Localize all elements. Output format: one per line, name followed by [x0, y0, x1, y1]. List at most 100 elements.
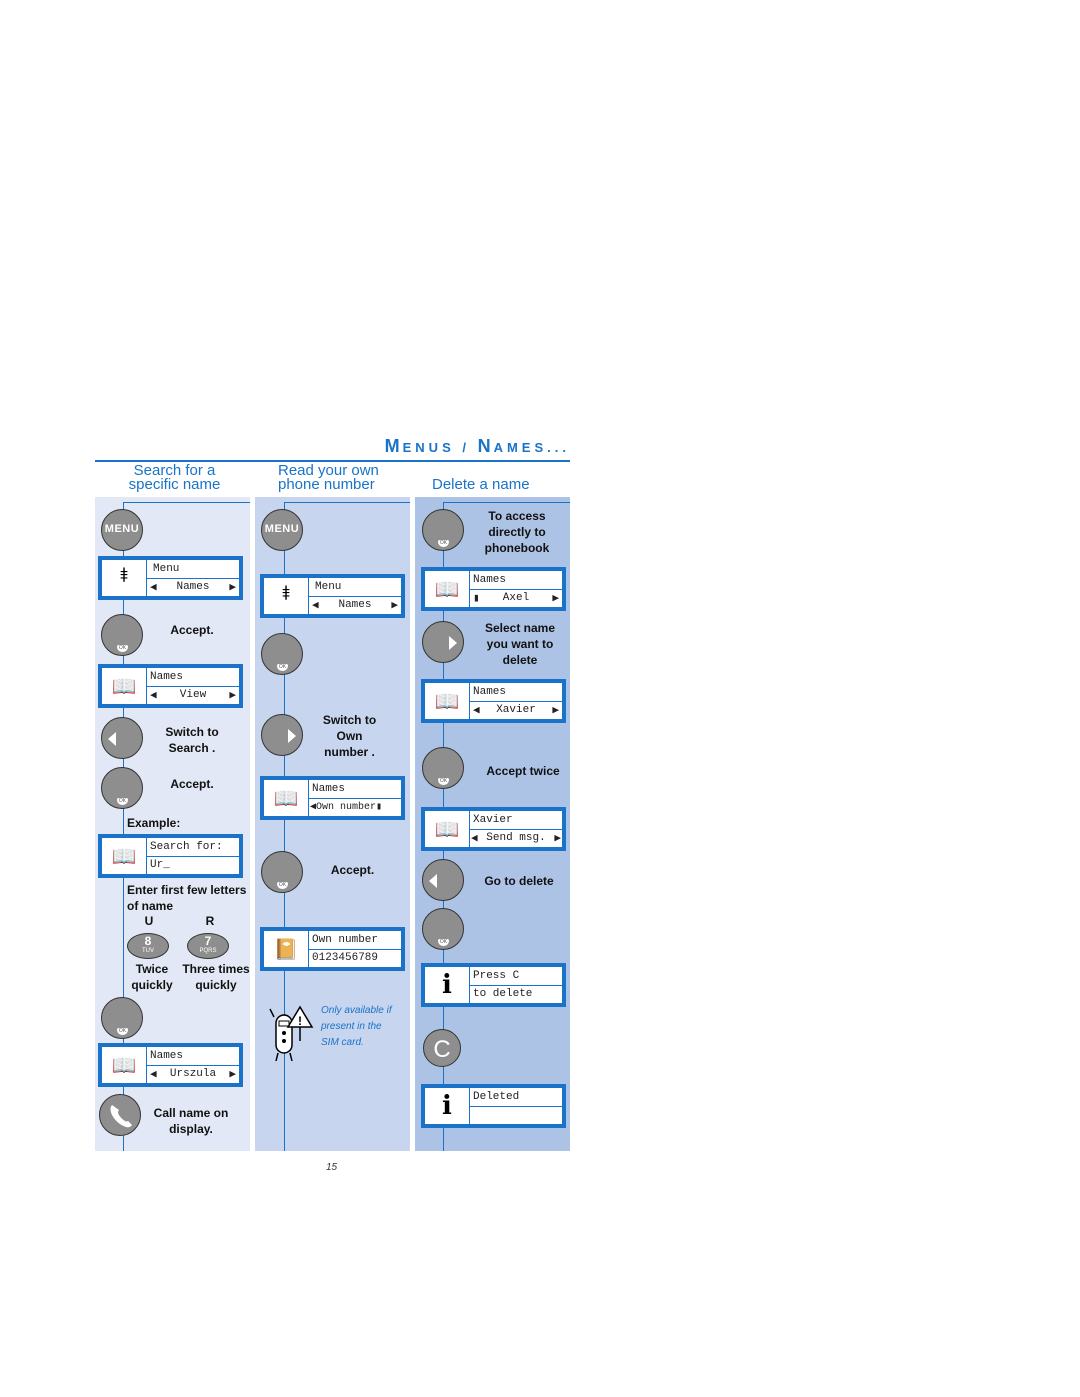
ok-icon: OK — [277, 664, 288, 671]
own-number-book-icon: 📔 — [264, 931, 309, 967]
title-part-1: ENUS / — [402, 440, 478, 455]
heading-line: specific name — [128, 476, 221, 493]
lcd-line-top: Menu — [315, 580, 342, 593]
step-label: Accept. — [170, 777, 214, 791]
step-label: Accept. — [330, 863, 375, 877]
menu-key[interactable]: MENU — [101, 509, 143, 551]
sim-card-note: Only available if present in the SIM car… — [321, 1003, 411, 1051]
ok-key[interactable]: OK — [422, 908, 464, 950]
key-7[interactable]: 7 PQRS — [187, 933, 229, 959]
lcd-line-top: Own number — [312, 933, 379, 946]
heading-line: phone number — [278, 476, 375, 493]
left-key[interactable] — [101, 717, 143, 759]
example-label: Example: — [127, 816, 181, 830]
step-label: Switch to Search . — [152, 724, 232, 756]
lcd-value: View — [179, 689, 207, 702]
right-arrow-icon: ▶ — [229, 582, 236, 595]
column-heading-search: Search for a specific name — [122, 463, 227, 493]
step-label: Accept. — [170, 623, 214, 637]
lcd-line-bottom: 0123456789 — [309, 948, 401, 968]
phonebook-icon: 📖 — [264, 780, 309, 816]
note-line: SIM card. — [321, 1037, 364, 1048]
ok-icon: OK — [117, 1028, 128, 1035]
note-line: present in the — [321, 1021, 382, 1032]
ok-icon: OK — [117, 798, 128, 805]
lcd-line-top: Names — [473, 573, 507, 586]
title-initial-1: M — [384, 436, 403, 456]
right-key[interactable] — [261, 714, 303, 756]
lcd-screen-menu: ⯒ Menu ◀ Names ▶ — [98, 556, 243, 600]
lcd-value: Xavier — [496, 704, 536, 717]
right-arrow-icon — [288, 729, 296, 743]
key-8[interactable]: 8 TUV — [127, 933, 169, 959]
left-arrow-icon: ◀ — [150, 690, 157, 703]
label-line: number . — [324, 745, 375, 759]
signpost-icon: ⯒ — [102, 560, 147, 596]
flow-line — [123, 502, 250, 503]
lcd-screen-names-view: 📖 Names ◀ View ▶ — [98, 664, 243, 708]
lcd-line-bottom: ◀ Names ▶ — [309, 595, 401, 615]
three-times-label: Three times quickly — [176, 961, 256, 993]
ok-key[interactable]: OK — [101, 614, 143, 656]
call-label: Call name on display. — [146, 1105, 236, 1137]
cursor-block-icon: ▮ — [473, 593, 480, 606]
ok-key[interactable]: OK — [101, 767, 143, 809]
label-line: Search . — [168, 741, 216, 755]
ok-key[interactable]: OK — [261, 633, 303, 675]
lcd-screen-deleted: i Deleted — [421, 1084, 566, 1128]
right-arrow-icon: ▶ — [391, 600, 398, 613]
enter-letters-label: Enter first few letters of name — [127, 882, 262, 914]
lcd-line-bottom — [470, 1105, 562, 1125]
lcd-line-top: Press C — [473, 969, 520, 982]
section-title: MENUS / NAMES... — [95, 436, 570, 457]
label-line: quickly — [131, 978, 173, 992]
phonebook-icon: 📖 — [102, 838, 147, 874]
label-line: you want to — [486, 637, 554, 651]
lcd-value: Names — [176, 581, 210, 594]
label-line: directly to — [488, 525, 546, 539]
phonebook-icon: 📖 — [425, 683, 470, 719]
ok-key[interactable]: OK — [422, 509, 464, 551]
right-arrow-icon: ▶ — [229, 1069, 236, 1082]
ok-icon: OK — [438, 939, 449, 946]
title-initial-2: N — [477, 436, 494, 456]
right-arrow-icon: ▶ — [552, 593, 559, 606]
left-arrow-icon: ◀ — [312, 600, 319, 613]
left-arrow-icon: ◀ — [150, 582, 157, 595]
right-key[interactable] — [422, 621, 464, 663]
left-key[interactable] — [422, 859, 464, 901]
lcd-screen-axel: 📖 Names ▮ Axel ▶ — [421, 567, 566, 611]
ok-key[interactable]: OK — [261, 851, 303, 893]
info-icon: i — [425, 967, 470, 1003]
c-key[interactable]: C — [423, 1029, 461, 1067]
cursor-block-icon: ▮ — [376, 802, 383, 814]
label-line: delete — [502, 653, 538, 667]
right-arrow-icon: ▶ — [552, 705, 559, 718]
lcd-line-bottom: ◀ Urszula ▶ — [147, 1064, 239, 1084]
signpost-icon: ⯒ — [264, 578, 309, 614]
ok-icon: OK — [277, 882, 288, 889]
ok-key[interactable]: OK — [101, 997, 143, 1039]
label-line: display. — [169, 1122, 213, 1136]
lcd-line-top: Deleted — [473, 1090, 520, 1103]
key-digit: 8 — [144, 934, 152, 948]
column-heading-delete: Delete a name — [432, 477, 552, 492]
step-label: Select name you want to delete — [476, 620, 564, 668]
menu-key-label: MENU — [264, 523, 300, 535]
twice-label: Twice quickly — [127, 961, 177, 993]
lcd-screen-press-c: i Press C to delete — [421, 963, 566, 1007]
label-line: quickly — [195, 978, 237, 992]
menu-key[interactable]: MENU — [261, 509, 303, 551]
call-key[interactable] — [99, 1094, 141, 1136]
flow-line — [284, 502, 410, 503]
ok-key[interactable]: OK — [422, 747, 464, 789]
lcd-line-bottom: ◀ Own number ▮ — [309, 797, 401, 817]
note-line: Only available if — [321, 1005, 392, 1016]
label-line: phonebook — [484, 541, 550, 555]
label-line: Switch to — [165, 725, 219, 739]
flow-line — [443, 502, 570, 503]
right-arrow-icon: ▶ — [229, 690, 236, 703]
left-arrow-icon — [108, 732, 116, 746]
lcd-screen-urszula: 📖 Names ◀ Urszula ▶ — [98, 1043, 243, 1087]
lcd-line-top: Xavier — [473, 813, 513, 826]
